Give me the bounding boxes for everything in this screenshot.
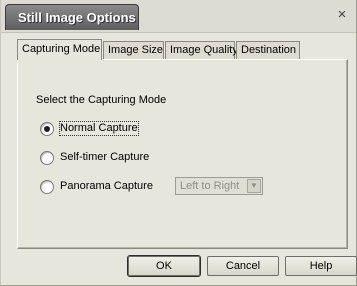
radio-label-panorama-capture: Panorama Capture bbox=[60, 180, 153, 192]
close-icon: × bbox=[337, 6, 347, 23]
chevron-down-icon[interactable]: ▼ bbox=[247, 179, 261, 193]
tab-label: Image Quality bbox=[170, 44, 238, 56]
tab-capturing-mode[interactable]: Capturing Mode bbox=[17, 39, 102, 60]
panorama-direction-select[interactable]: Left to Right ▼ bbox=[175, 177, 263, 195]
still-image-options-dialog: Still Image Options × Capturing Mode Ima… bbox=[0, 0, 357, 286]
tab-label: Image Size bbox=[108, 44, 164, 56]
panorama-direction-value: Left to Right bbox=[180, 180, 240, 192]
window-title: Still Image Options bbox=[18, 10, 136, 25]
close-button[interactable]: × bbox=[334, 7, 350, 23]
tab-label: Capturing Mode bbox=[22, 43, 101, 55]
radio-selected-dot bbox=[44, 126, 50, 132]
radio-button[interactable] bbox=[40, 122, 54, 136]
capturing-mode-panel: Select the Capturing Mode Normal Capture… bbox=[17, 59, 348, 249]
tab-destination[interactable]: Destination bbox=[236, 41, 300, 59]
title-bar: Still Image Options × bbox=[1, 0, 356, 33]
radio-button[interactable] bbox=[40, 180, 54, 194]
radio-label-normal-capture: Normal Capture bbox=[59, 121, 139, 136]
capturing-mode-label: Select the Capturing Mode bbox=[36, 94, 167, 106]
tab-image-quality[interactable]: Image Quality bbox=[165, 41, 238, 59]
ok-button[interactable]: OK bbox=[128, 256, 200, 276]
cancel-label: Cancel bbox=[225, 260, 261, 272]
title-tab: Still Image Options bbox=[5, 4, 139, 30]
help-label: Help bbox=[309, 260, 333, 272]
cancel-button[interactable]: Cancel bbox=[207, 256, 279, 276]
radio-label-self-timer-capture: Self-timer Capture bbox=[60, 151, 150, 163]
ok-label: OK bbox=[156, 260, 172, 272]
radio-button[interactable] bbox=[40, 151, 54, 165]
help-button[interactable]: Help bbox=[285, 256, 357, 276]
tab-label: Destination bbox=[241, 44, 297, 56]
tab-image-size[interactable]: Image Size bbox=[103, 41, 164, 59]
